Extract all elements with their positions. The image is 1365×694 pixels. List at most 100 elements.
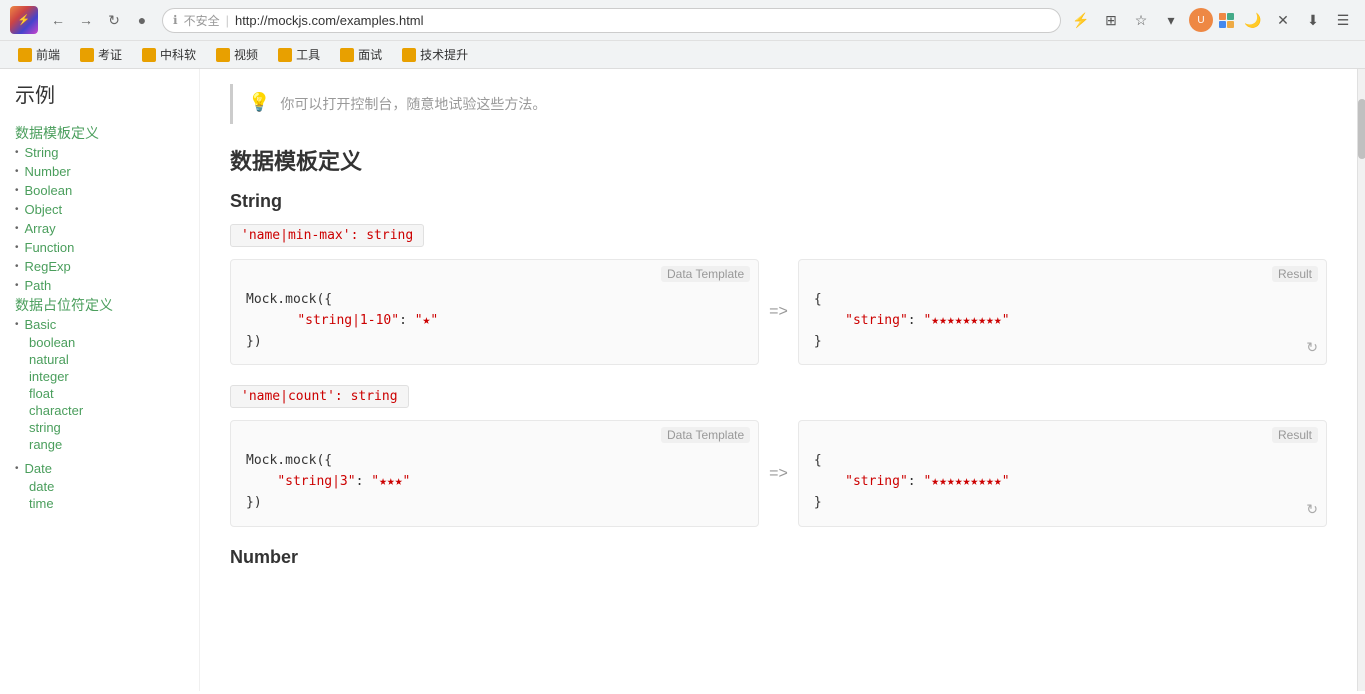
refresh-icon[interactable]: ↻ — [1306, 501, 1318, 518]
section-title: 数据模板定义 — [230, 144, 1327, 176]
sidebar-item-date[interactable]: • Date — [15, 459, 184, 478]
sidebar-sub-natural[interactable]: natural — [15, 351, 184, 368]
menu-icon[interactable]: ☰ — [1331, 8, 1355, 32]
bookmark-gongju[interactable]: 工具 — [270, 44, 328, 65]
sidebar-item-boolean[interactable]: • Boolean — [15, 181, 184, 200]
close-icon[interactable]: ✕ — [1271, 8, 1295, 32]
bookmark-icon — [216, 48, 230, 62]
sidebar-item-label: Function — [25, 240, 75, 255]
page-title: 示例 — [15, 79, 184, 108]
sidebar-item-label: Basic — [25, 317, 57, 332]
bullet-icon: • — [15, 166, 19, 177]
sidebar-item-label: String — [25, 145, 59, 160]
demo2-result-code: { "string": "★★★★★★★★★" } — [799, 421, 1326, 525]
lightbulb-icon: 💡 — [248, 92, 270, 113]
string-badge1: 'name|min-max': string — [230, 224, 424, 247]
sidebar-item-array[interactable]: • Array — [15, 219, 184, 238]
hint-box: 💡 你可以打开控制台，随意地试验这些方法。 — [230, 84, 1327, 124]
bookmark-label: 考证 — [98, 46, 122, 63]
address-bar[interactable]: ℹ 不安全 | http://mockjs.com/examples.html — [162, 8, 1061, 33]
page-container: 示例 数据模板定义 • String • Number • Boolean • … — [0, 69, 1365, 691]
bookmark-icon — [142, 48, 156, 62]
sidebar-item-label: RegExp — [25, 259, 71, 274]
moon-icon[interactable]: 🌙 — [1241, 8, 1265, 32]
forward-button[interactable]: → — [74, 8, 98, 32]
browser-logo: ⚡ — [10, 6, 38, 34]
sidebar-sub-range[interactable]: range — [15, 436, 184, 453]
sidebar-item-label: Object — [25, 202, 63, 217]
demo1-row: Data Template Mock.mock({ "string|1-10":… — [230, 259, 1327, 365]
sidebar-sub-time[interactable]: time — [15, 495, 184, 512]
back-button[interactable]: ← — [46, 8, 70, 32]
toolbar-actions: ⚡ ⊞ ☆ ▾ U 🌙 ✕ ⬇ ☰ — [1069, 8, 1355, 32]
sidebar-item-basic[interactable]: • Basic — [15, 315, 184, 334]
grid-icon[interactable]: ⊞ — [1099, 8, 1123, 32]
bookmark-qianduan[interactable]: 前端 — [10, 44, 68, 65]
bookmark-icon — [80, 48, 94, 62]
bookmark-icon — [402, 48, 416, 62]
scrollbar[interactable] — [1357, 69, 1365, 691]
bullet-icon: • — [15, 204, 19, 215]
demo2-result-label: Result — [1272, 427, 1318, 443]
browser-chrome: ⚡ ← → ↻ ● ℹ 不安全 | http://mockjs.com/exam… — [0, 0, 1365, 69]
sidebar-sub-float[interactable]: float — [15, 385, 184, 402]
scrollbar-thumb[interactable] — [1358, 99, 1365, 159]
sidebar-sub-integer[interactable]: integer — [15, 368, 184, 385]
bullet-icon: • — [15, 463, 19, 474]
sidebar-item-label: Boolean — [25, 183, 73, 198]
demo2-row: Data Template Mock.mock({ "string|3": "★… — [230, 420, 1327, 526]
bullet-icon: • — [15, 319, 19, 330]
sidebar-sub-boolean[interactable]: boolean — [15, 334, 184, 351]
sidebar-item-regexp[interactable]: • RegExp — [15, 257, 184, 276]
lightning-icon[interactable]: ⚡ — [1069, 8, 1093, 32]
refresh-button[interactable]: ↻ — [102, 8, 126, 32]
refresh-icon[interactable]: ↻ — [1306, 339, 1318, 356]
nav-buttons: ← → ↻ ● — [46, 8, 154, 32]
sidebar-item-label: Array — [25, 221, 56, 236]
url-separator: | — [226, 13, 229, 28]
bookmark-label: 前端 — [36, 46, 60, 63]
bookmark-jishutisheng[interactable]: 技术提升 — [394, 44, 476, 65]
home-button[interactable]: ● — [130, 8, 154, 32]
chevron-down-icon[interactable]: ▾ — [1159, 8, 1183, 32]
sidebar-sub-string[interactable]: string — [15, 419, 184, 436]
profile-avatar[interactable]: U — [1189, 8, 1213, 32]
bookmark-icon — [278, 48, 292, 62]
bookmark-shipin[interactable]: 视频 — [208, 44, 266, 65]
bookmark-kaocheng[interactable]: 考证 — [72, 44, 130, 65]
sidebar-item-path[interactable]: • Path — [15, 276, 184, 295]
bookmark-icon — [340, 48, 354, 62]
bullet-icon: • — [15, 147, 19, 158]
demo2-template-panel: Data Template Mock.mock({ "string|3": "★… — [230, 420, 759, 526]
bullet-icon: • — [15, 261, 19, 272]
chrome-apps-icon[interactable] — [1219, 13, 1235, 28]
insecure-label: 不安全 — [184, 12, 220, 29]
bookmark-label: 中科软 — [160, 46, 196, 63]
sidebar-item-object[interactable]: • Object — [15, 200, 184, 219]
sidebar-item-label: Date — [25, 461, 52, 476]
string-title: String — [230, 191, 1327, 212]
demo1-template-panel: Data Template Mock.mock({ "string|1-10":… — [230, 259, 759, 365]
bookmarks-bar: 前端 考证 中科软 视频 工具 面试 技术提升 — [0, 40, 1365, 68]
star-icon[interactable]: ☆ — [1129, 8, 1153, 32]
demo1-template-label: Data Template — [661, 266, 750, 282]
bullet-icon: • — [15, 242, 19, 253]
sidebar-section-shuju[interactable]: 数据模板定义 — [15, 125, 99, 141]
sidebar-sub-date[interactable]: date — [15, 478, 184, 495]
demo2-arrow: => — [759, 420, 798, 526]
bookmark-label: 技术提升 — [420, 46, 468, 63]
demo2-result-panel: Result { "string": "★★★★★★★★★" } ↻ — [798, 420, 1327, 526]
bookmark-zhongkeru[interactable]: 中科软 — [134, 44, 204, 65]
main-content: 💡 你可以打开控制台，随意地试验这些方法。 数据模板定义 String 'nam… — [200, 69, 1357, 691]
sidebar-item-string[interactable]: • String — [15, 143, 184, 162]
lock-icon: ℹ — [173, 13, 178, 27]
demo1-result-panel: Result { "string": "★★★★★★★★★" } ↻ — [798, 259, 1327, 365]
sidebar-item-function[interactable]: • Function — [15, 238, 184, 257]
bullet-icon: • — [15, 223, 19, 234]
sidebar-section-placeholder[interactable]: 数据占位符定义 — [15, 297, 113, 313]
sidebar-item-number[interactable]: • Number — [15, 162, 184, 181]
download-icon[interactable]: ⬇ — [1301, 8, 1325, 32]
demo1-result-code: { "string": "★★★★★★★★★" } — [799, 260, 1326, 364]
sidebar-sub-character[interactable]: character — [15, 402, 184, 419]
bookmark-mianshi[interactable]: 面试 — [332, 44, 390, 65]
